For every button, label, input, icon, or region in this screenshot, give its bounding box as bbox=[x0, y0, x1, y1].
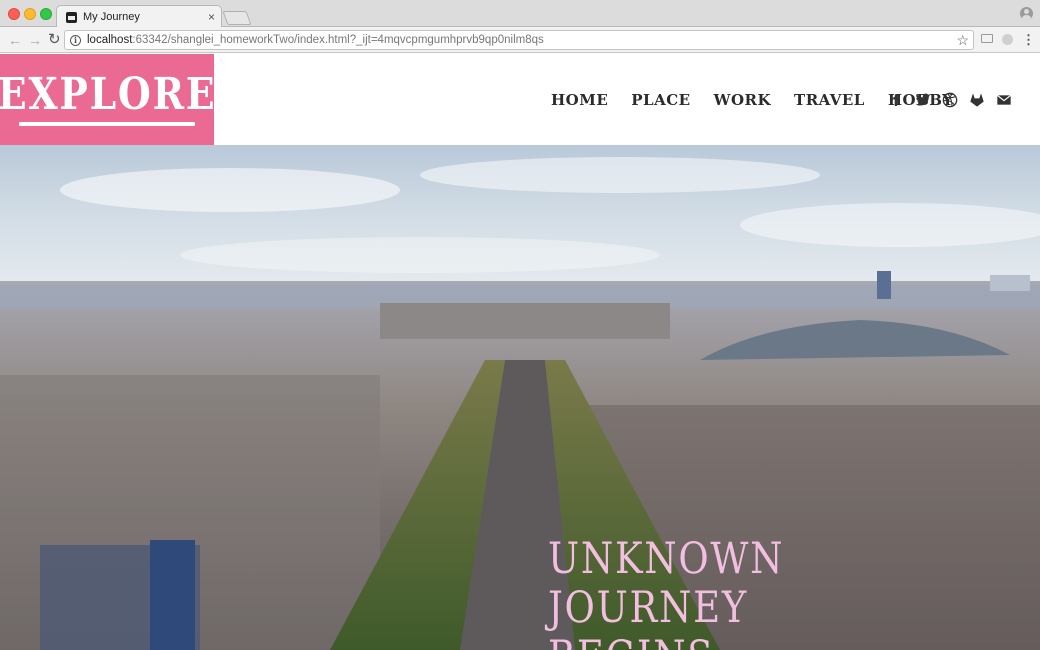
page-favicon-icon bbox=[66, 11, 77, 23]
browser-tab-strip: My Journey × bbox=[0, 0, 1040, 28]
headline-line: UNKNOWN bbox=[548, 534, 785, 584]
browser-menu-icon[interactable]: ⋮ bbox=[1022, 31, 1035, 49]
nav-link-home[interactable]: HOME bbox=[551, 92, 608, 108]
bookmark-star-icon[interactable]: ☆ bbox=[956, 32, 969, 49]
facebook-glyph: f bbox=[893, 90, 899, 110]
nav-link-place[interactable]: PLACE bbox=[631, 92, 690, 108]
cast-icon[interactable] bbox=[981, 34, 993, 43]
nav-link-travel[interactable]: TRAVEL bbox=[794, 92, 865, 108]
gitlab-icon[interactable] bbox=[969, 92, 985, 108]
extension-icon[interactable] bbox=[1002, 34, 1013, 45]
back-arrow-icon[interactable]: ← bbox=[8, 31, 22, 49]
url-path: :63342/shanglei_homeworkTwo/index.html?_… bbox=[132, 34, 544, 46]
envelope-icon[interactable] bbox=[996, 92, 1012, 108]
nav-link-work[interactable]: WORK bbox=[714, 92, 771, 108]
profile-icon[interactable] bbox=[1020, 7, 1033, 20]
city-skyline-photo bbox=[0, 145, 1040, 650]
forward-arrow-icon[interactable]: → bbox=[28, 31, 42, 49]
hero-section: UNKNOWN JOURNEY BEGINS. bbox=[0, 145, 1040, 650]
logo-text: EXPLORE bbox=[0, 69, 217, 120]
social-links: f bbox=[888, 89, 1023, 111]
url-text: localhost:63342/shanglei_homeworkTwo/ind… bbox=[87, 34, 544, 46]
hero-headline: UNKNOWN JOURNEY BEGINS. bbox=[548, 535, 868, 650]
browser-tab[interactable]: My Journey × bbox=[56, 5, 222, 28]
minimize-window-button[interactable] bbox=[24, 8, 36, 20]
maximize-window-button[interactable] bbox=[40, 8, 52, 20]
site-info-icon[interactable]: i bbox=[70, 34, 81, 46]
reload-icon[interactable]: ↻ bbox=[48, 31, 61, 49]
address-bar[interactable]: i localhost:63342/shanglei_homeworkTwo/i… bbox=[64, 30, 974, 50]
tab-close-icon[interactable]: × bbox=[208, 11, 215, 23]
headline-line: BEGINS. bbox=[548, 633, 823, 650]
close-window-button[interactable] bbox=[8, 8, 20, 20]
dribbble-icon[interactable] bbox=[942, 92, 958, 108]
headline-line: JOURNEY bbox=[548, 583, 748, 633]
facebook-icon[interactable]: f bbox=[888, 90, 904, 110]
tab-title: My Journey bbox=[83, 11, 140, 23]
browser-toolbar: ← → ↻ i localhost:63342/shanglei_homewor… bbox=[0, 27, 1040, 53]
site-header: EXPLORE HOME PLACE WORK TRAVEL HOBBY f bbox=[0, 54, 1040, 145]
site-logo[interactable]: EXPLORE bbox=[0, 54, 217, 145]
new-tab-button[interactable] bbox=[222, 11, 252, 25]
logo-underline bbox=[19, 122, 195, 126]
twitter-icon[interactable] bbox=[915, 92, 931, 108]
url-host: localhost bbox=[87, 34, 133, 46]
